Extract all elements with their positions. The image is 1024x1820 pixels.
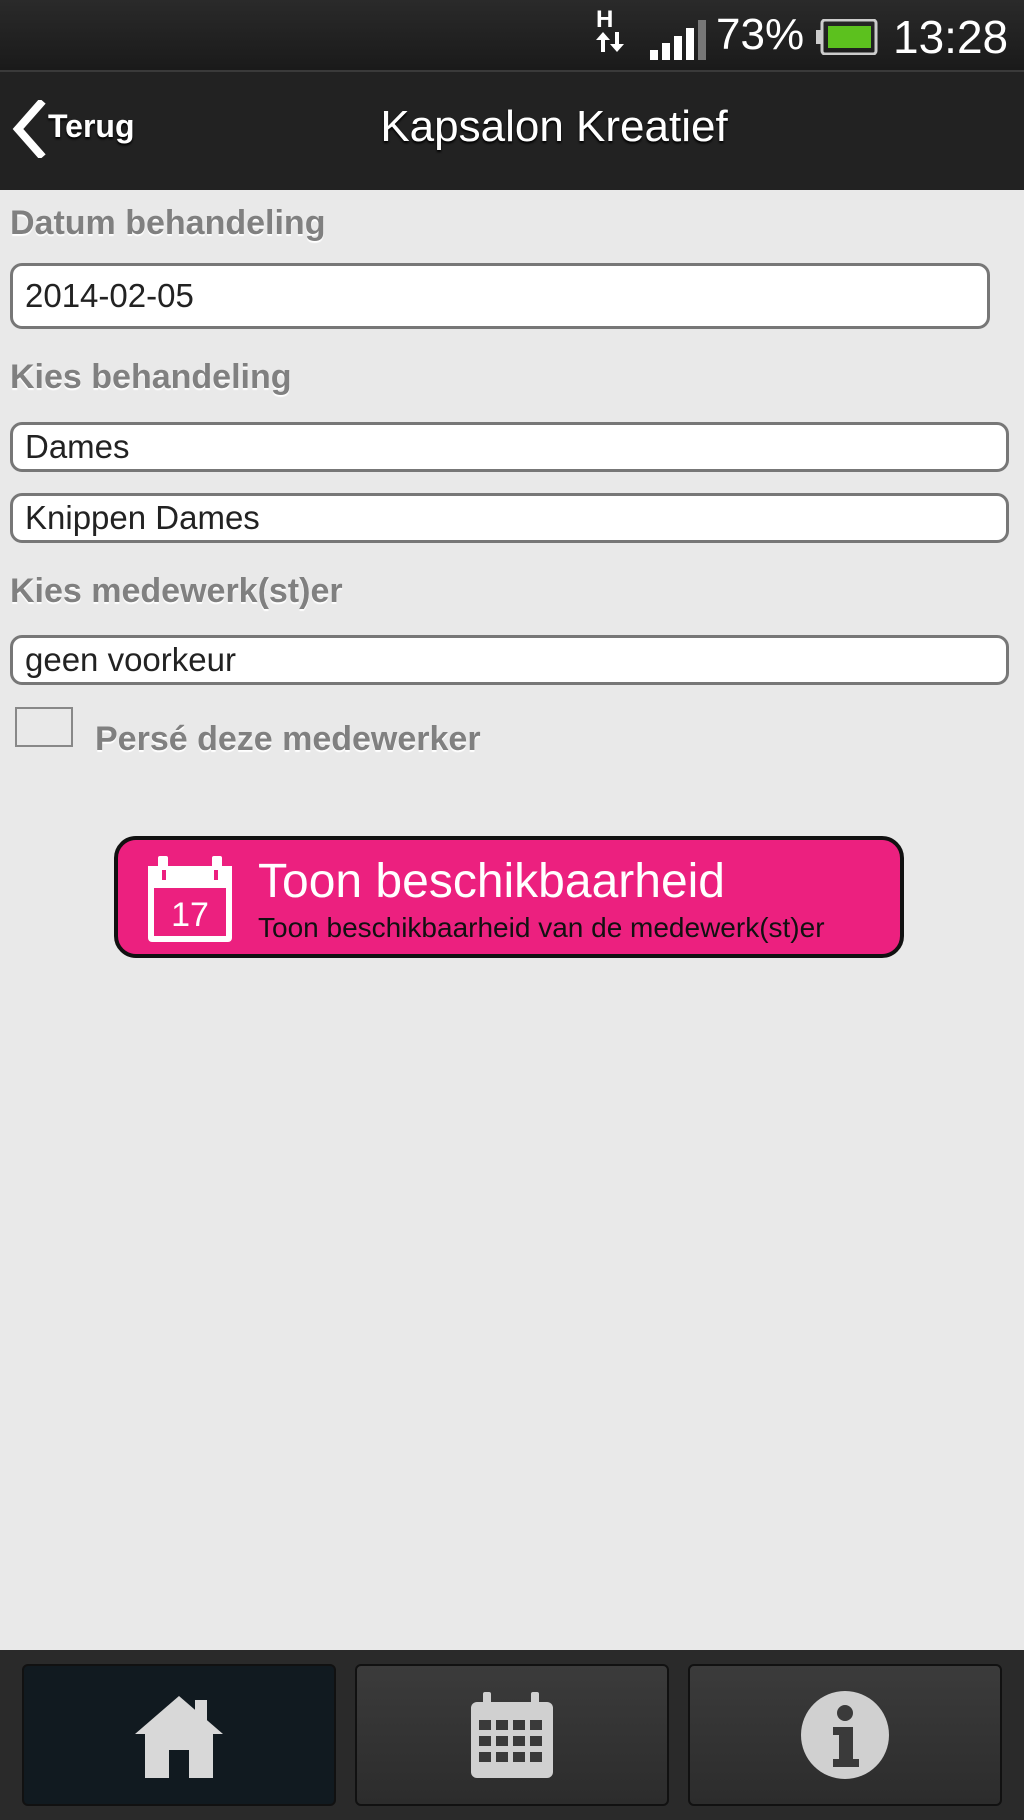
home-icon xyxy=(135,1696,223,1778)
bottom-tab-bar xyxy=(0,1650,1024,1820)
calendar-grid-icon xyxy=(471,1692,553,1778)
treatment-category-value: Dames xyxy=(25,428,130,465)
specific-employee-checkbox[interactable] xyxy=(15,707,73,747)
clock: 13:28 xyxy=(893,11,1009,63)
signal-icon xyxy=(650,20,706,60)
treatment-value: Knippen Dames xyxy=(25,499,260,536)
date-field[interactable]: 2014-02-05 xyxy=(10,263,990,329)
employee-label: Kies medewerk(st)er xyxy=(10,572,343,610)
calendar-day: 17 xyxy=(171,896,209,934)
date-label: Datum behandeling xyxy=(10,204,326,242)
date-value: 2014-02-05 xyxy=(25,277,194,314)
calendar-icon: 17 xyxy=(148,856,232,942)
app-header: Terug Kapsalon Kreatief xyxy=(0,70,1024,190)
show-availability-button[interactable]: 17 Toon beschikbaarheid Toon beschikbaar… xyxy=(114,836,904,958)
treatment-category-select[interactable]: Dames xyxy=(10,422,1009,472)
status-bar: H 73% 13:28 xyxy=(0,0,1024,70)
treatment-label: Kies behandeling xyxy=(10,358,292,396)
page-title: Kapsalon Kreatief xyxy=(380,102,728,151)
employee-select[interactable]: geen voorkeur xyxy=(10,635,1009,685)
employee-value: geen voorkeur xyxy=(25,641,236,678)
show-availability-subtitle: Toon beschikbaarheid van de medewerk(st)… xyxy=(258,912,825,943)
tab-calendar[interactable] xyxy=(355,1664,669,1806)
show-availability-title: Toon beschikbaarheid xyxy=(258,855,725,908)
tab-info[interactable] xyxy=(688,1664,1002,1806)
battery-percent: 73% xyxy=(716,10,805,59)
treatment-select[interactable]: Knippen Dames xyxy=(10,493,1009,543)
specific-employee-label: Persé deze medewerker xyxy=(95,720,481,758)
tab-home[interactable] xyxy=(22,1664,336,1806)
info-icon xyxy=(801,1691,889,1779)
battery-icon xyxy=(816,19,878,55)
network-type-icon: H xyxy=(590,6,630,66)
